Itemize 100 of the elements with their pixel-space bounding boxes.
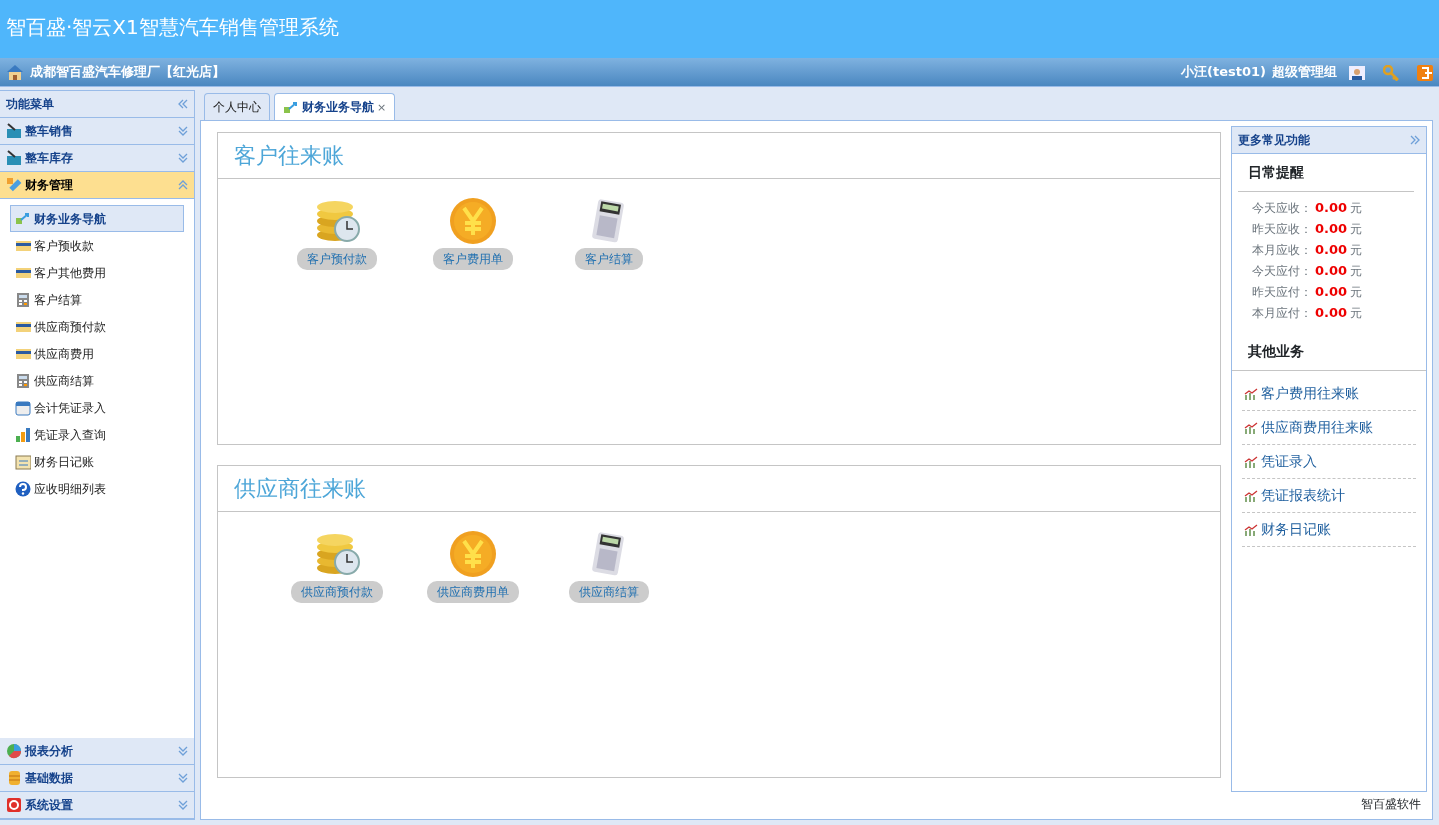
menu-group-label: 整车销售 [25,123,74,140]
tab[interactable]: 个人中心 [204,93,270,120]
expand-icon [178,153,188,163]
menu-item[interactable]: 会计凭证录入 [10,394,184,421]
pie-chart-icon [6,743,22,759]
reminders-heading: 日常提醒 [1238,154,1414,192]
expand-icon [178,126,188,136]
notebook-icon [15,453,31,470]
menu-item[interactable]: 客户其他费用 [10,259,184,286]
menu-item[interactable]: 财务日记账 [10,448,184,475]
section-title: 客户往来账 [218,133,1220,179]
section-title: 供应商往来账 [218,466,1220,512]
side-panel-title: 更多常见功能 [1238,132,1310,149]
menu-group-label: 财务管理 [25,177,74,194]
password-button[interactable] [1383,63,1399,81]
calendar-icon [15,399,31,416]
arrows-icon [283,100,299,114]
footer-text: 智百盛软件 [1361,796,1422,813]
reminder-unit: 元 [1350,305,1363,322]
business-link[interactable]: 财务日记账 [1242,513,1416,547]
menu-group-label: 系统设置 [25,797,74,814]
reminder-unit: 元 [1350,200,1363,217]
house-icon [6,64,24,80]
reminder-value: 0.00 [1315,220,1348,238]
menu-group[interactable]: 基础数据 [0,765,194,792]
bar-chart-icon [15,426,31,443]
expand-icon [178,800,188,810]
menu-item[interactable]: 供应商结算 [10,367,184,394]
collapse-icon [178,180,188,190]
exit-icon [1417,64,1433,81]
reminder-value: 0.00 [1315,283,1348,301]
menu-group-label: 报表分析 [25,743,74,760]
reminder-label: 昨天应收： [1252,221,1312,238]
yen-coin-icon [449,197,497,245]
user-name: 小汪(test01) [1181,63,1266,82]
gear-icon [6,797,22,813]
trend-chart-icon [1244,489,1258,502]
menu-item[interactable]: 供应商费用 [10,340,184,367]
user-role: 超级管理组 [1272,63,1337,82]
pencil-icon [6,177,22,193]
menu-group-label: 基础数据 [25,770,74,787]
basket-icon [6,123,22,139]
help-icon [15,480,31,497]
menu-group[interactable]: 财务管理 [0,172,194,199]
shop-name: 成都智百盛汽车修理厂【红光店】 [30,63,225,82]
menu-group[interactable]: 系统设置 [0,792,194,819]
collapse-button[interactable] [178,99,188,109]
menu-group-label: 整车库存 [25,150,74,167]
reminder-unit: 元 [1350,221,1363,238]
business-link[interactable]: 客户费用往来账 [1242,377,1416,411]
reminder-unit: 元 [1350,242,1363,259]
user-icon [1349,64,1365,81]
business-link[interactable]: 凭证录入 [1242,445,1416,479]
expand-icon [178,746,188,756]
menu-group[interactable]: 报表分析 [0,738,194,765]
menu-item[interactable]: 客户结算 [10,286,184,313]
key-icon [1383,64,1399,81]
trend-chart-icon [1244,455,1258,468]
reminder-unit: 元 [1350,284,1363,301]
calculator-icon [15,291,31,308]
reminder-value: 0.00 [1315,304,1348,322]
reminder-label: 今天应收： [1252,200,1312,217]
app-title: 智百盛·智云X1智慧汽车销售管理系统 [6,15,339,39]
business-link[interactable]: 凭证报表统计 [1242,479,1416,513]
database-icon [6,770,22,786]
profile-button[interactable] [1349,63,1365,81]
basket-icon [6,150,22,166]
menu-item[interactable]: 应收明细列表 [10,475,184,502]
tab-label: 财务业务导航 [302,99,374,116]
close-button[interactable]: × [377,101,387,113]
expand-icon [178,773,188,783]
sidebar-title: 功能菜单 [6,96,54,113]
arrows-icon [15,210,31,227]
expand-icon [1410,135,1420,145]
logout-button[interactable] [1417,63,1433,81]
reminder-label: 本月应付： [1252,305,1312,322]
reminder-value: 0.00 [1315,199,1348,217]
menu-item[interactable]: 供应商预付款 [10,313,184,340]
reminder-label: 今天应付： [1252,263,1312,280]
reminder-value: 0.00 [1315,262,1348,280]
calculator-icon [15,372,31,389]
trend-chart-icon [1244,387,1258,400]
tab-label: 个人中心 [213,99,261,116]
reminder-label: 本月应收： [1252,242,1312,259]
menu-group[interactable]: 整车销售 [0,118,194,145]
expand-button[interactable] [1410,135,1420,145]
reminder-label: 昨天应付： [1252,284,1312,301]
business-link[interactable]: 供应商费用往来账 [1242,411,1416,445]
collapse-icon [178,99,188,109]
tab[interactable]: 财务业务导航 × [274,93,396,120]
trend-chart-icon [1244,523,1258,536]
menu-item[interactable]: 财务业务导航 [10,205,184,232]
menu-item[interactable]: 凭证录入查询 [10,421,184,448]
menu-group[interactable]: 整车库存 [0,145,194,172]
menu-item[interactable]: 客户预收款 [10,232,184,259]
yen-coin-icon [449,530,497,578]
reminder-unit: 元 [1350,263,1363,280]
other-heading: 其他业务 [1232,333,1426,371]
trend-chart-icon [1244,421,1258,434]
reminder-value: 0.00 [1315,241,1348,259]
